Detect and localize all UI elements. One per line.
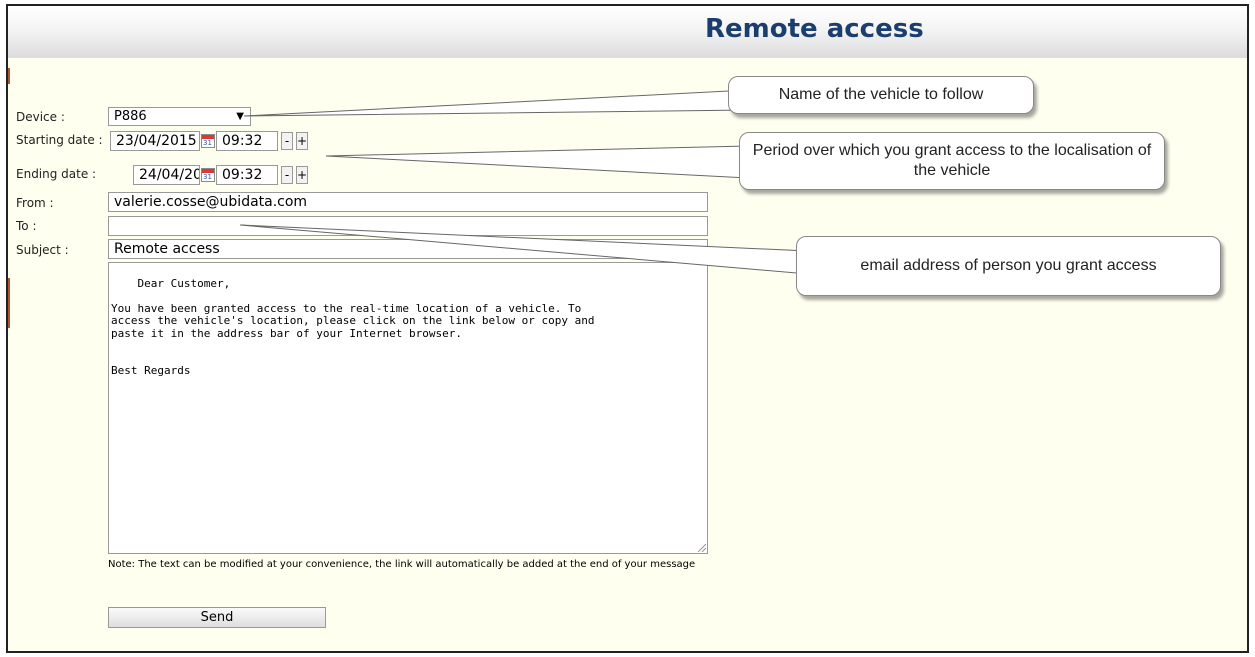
email-callout: email address of person you grant access bbox=[796, 236, 1221, 296]
ending-time-plus-button[interactable]: + bbox=[296, 166, 308, 184]
period-callout-pointer bbox=[325, 145, 749, 179]
title-bar: Remote access bbox=[8, 6, 1247, 58]
vehicle-callout-text: Name of the vehicle to follow bbox=[778, 86, 984, 103]
left-edge-marker bbox=[8, 278, 10, 328]
device-label: Device : bbox=[16, 110, 65, 124]
ending-time-input[interactable]: 09:32 bbox=[216, 165, 278, 185]
starting-date-input[interactable]: 23/04/2015 bbox=[110, 131, 200, 151]
left-edge-marker bbox=[8, 68, 10, 84]
starting-time-plus-button[interactable]: + bbox=[296, 132, 308, 150]
period-callout: Period over which you grant access to th… bbox=[739, 132, 1165, 190]
vehicle-callout: Name of the vehicle to follow bbox=[728, 76, 1034, 114]
to-input[interactable] bbox=[108, 216, 708, 236]
send-button[interactable]: Send bbox=[108, 607, 326, 628]
vehicle-callout-pointer bbox=[243, 89, 749, 117]
calendar-icon[interactable]: 31 bbox=[201, 134, 215, 148]
remote-access-window: Remote access Device : P886 ▼ Starting d… bbox=[6, 4, 1249, 653]
resize-grip-icon[interactable] bbox=[698, 544, 706, 552]
device-select-value: P886 bbox=[114, 109, 147, 124]
message-note: Note: The text can be modified at your c… bbox=[108, 559, 696, 570]
ending-time-minus-button[interactable]: - bbox=[281, 166, 293, 184]
subject-label: Subject : bbox=[16, 243, 69, 257]
chevron-down-icon: ▼ bbox=[236, 111, 244, 122]
to-label: To : bbox=[16, 219, 37, 233]
page-title: Remote access bbox=[705, 14, 924, 44]
calendar-icon[interactable]: 31 bbox=[201, 168, 215, 182]
subject-input[interactable]: Remote access bbox=[108, 239, 708, 259]
email-callout-text: email address of person you grant access bbox=[860, 257, 1157, 274]
starting-time-input[interactable]: 09:32 bbox=[216, 131, 278, 151]
message-text: Dear Customer, You have been granted acc… bbox=[111, 276, 595, 377]
starting-date-label: Starting date : bbox=[16, 133, 103, 147]
device-select[interactable]: P886 ▼ bbox=[108, 107, 251, 126]
from-input[interactable]: valerie.cosse@ubidata.com bbox=[108, 192, 708, 212]
period-callout-text: Period over which you grant access to th… bbox=[752, 142, 1152, 179]
starting-time-minus-button[interactable]: - bbox=[281, 132, 293, 150]
from-label: From : bbox=[16, 196, 54, 210]
ending-date-input[interactable]: 24/04/2015 bbox=[133, 165, 200, 185]
message-textarea[interactable]: Dear Customer, You have been granted acc… bbox=[108, 262, 708, 554]
ending-date-label: Ending date : bbox=[16, 167, 97, 181]
